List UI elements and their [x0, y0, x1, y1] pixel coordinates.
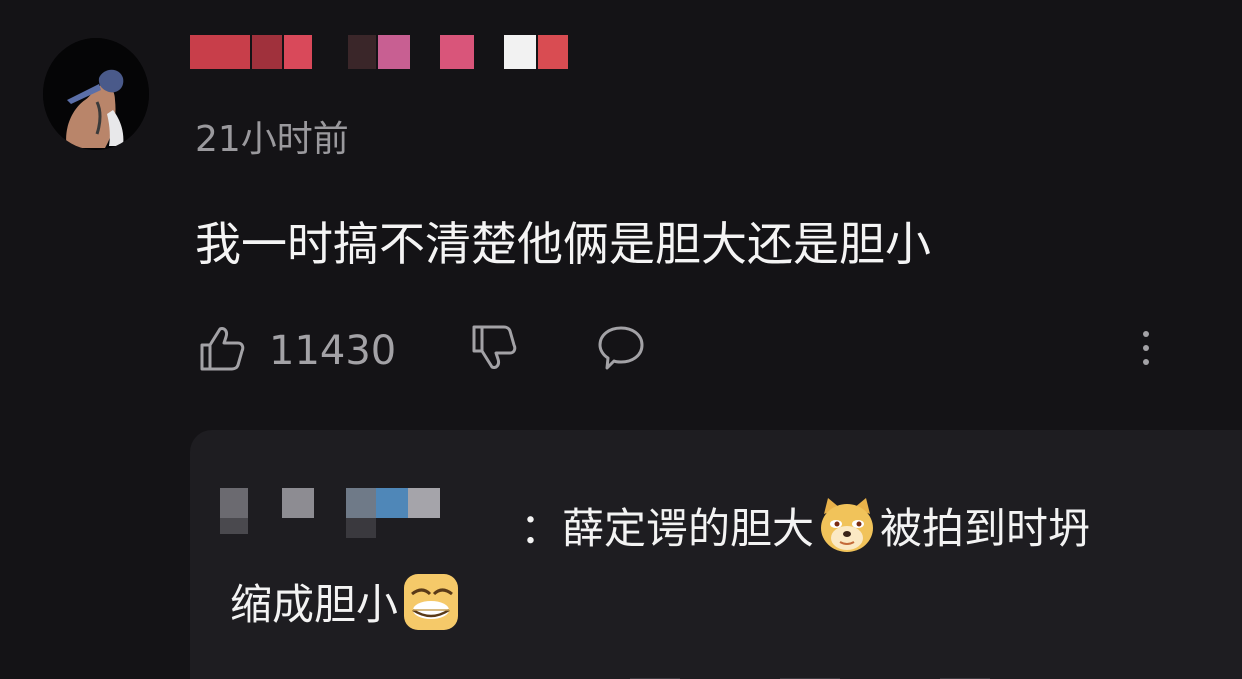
reply-button[interactable]	[595, 322, 647, 374]
dislike-button[interactable]	[467, 322, 519, 374]
more-options-button[interactable]	[1120, 322, 1172, 374]
thumbs-down-icon	[472, 325, 517, 369]
comment-timestamp: 21小时前	[195, 119, 349, 160]
speech-bubble-icon	[598, 326, 644, 370]
smirk-emoji-icon	[404, 574, 459, 630]
next-line-cut-off	[630, 678, 990, 679]
reply-text-line2: 缩成胆小	[230, 570, 464, 632]
reply-text-part2: 被拍到时坍	[880, 503, 1091, 553]
like-button[interactable]	[195, 322, 247, 374]
username-redacted	[190, 35, 568, 69]
reply-text-line1: ：薛定谔的胆大 被拍到时坍	[520, 494, 1090, 556]
reply-text-part1: ：薛定谔的胆大	[520, 503, 815, 553]
reply-preview[interactable]: ：薛定谔的胆大 被拍到时坍 缩成胆小	[190, 430, 1242, 679]
comment-action-bar: 11430	[195, 322, 1175, 378]
avatar-image	[43, 38, 149, 150]
comment-page: 21小时前 我一时搞不清楚他俩是胆大还是胆小 11430 ：薛定谔的胆大 被拍到…	[0, 0, 1242, 679]
like-count: 11430	[269, 328, 397, 374]
avatar[interactable]	[43, 38, 149, 150]
reply-username-redacted	[220, 488, 440, 538]
more-vertical-icon	[1143, 331, 1149, 365]
doge-emoji-icon	[821, 498, 874, 552]
reply-text-part3: 缩成胆小	[230, 579, 399, 629]
comment-body: 我一时搞不清楚他俩是胆大还是胆小	[195, 217, 931, 271]
thumbs-up-icon	[200, 327, 245, 371]
